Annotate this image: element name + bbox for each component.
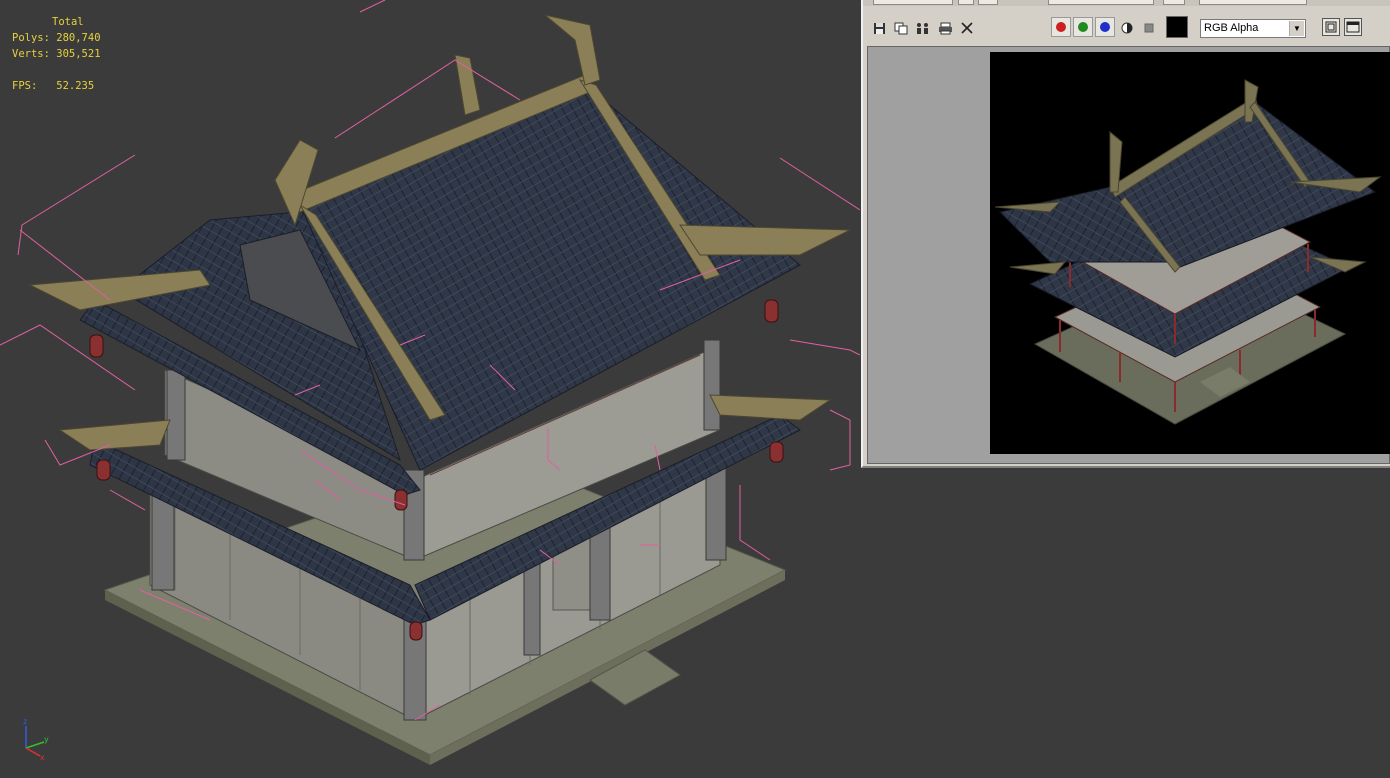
render-toolbar: RGB Alpha ▼ (863, 12, 1390, 44)
blue-channel-dot (1100, 22, 1110, 32)
red-channel-dot (1056, 22, 1066, 32)
green-channel-toggle[interactable] (1073, 17, 1093, 37)
top-field-1[interactable] (873, 0, 953, 5)
verts-label: Verts: (12, 48, 50, 60)
rendered-image (990, 52, 1390, 454)
viewport-statistics: Total Polys: 280,740 Verts: 305,521 FPS:… (12, 14, 101, 94)
toggle-display-button[interactable] (1344, 18, 1362, 36)
render-frame-area (867, 46, 1390, 464)
axis-z-label: z (23, 717, 27, 726)
channel-select-value: RGB Alpha (1204, 22, 1259, 34)
green-channel-dot (1078, 22, 1088, 32)
verts-row: Verts: 305,521 (12, 46, 101, 62)
fps-value: 52.235 (56, 80, 95, 92)
blue-channel-toggle[interactable] (1095, 17, 1115, 37)
top-field-3[interactable] (1199, 0, 1307, 5)
alpha-toggle-icon[interactable] (1119, 20, 1135, 36)
fps-row: FPS: 52.235 (12, 78, 101, 94)
polys-value: 280,740 (56, 32, 101, 44)
fps-label: FPS: (12, 80, 38, 92)
polys-label: Polys: (12, 32, 50, 44)
stats-total-label: Total (52, 16, 84, 28)
color-swatch[interactable] (1166, 16, 1188, 38)
monochrome-icon[interactable] (1141, 20, 1157, 36)
print-icon[interactable] (937, 20, 953, 36)
polys-row: Polys: 280,740 (12, 30, 101, 46)
toggle-ui-button[interactable] (1322, 18, 1340, 36)
axis-y-label: y (44, 735, 49, 744)
rendered-building-image (994, 79, 1382, 425)
axis-tripod-icon: z y x (23, 717, 49, 762)
axis-x-label: x (40, 753, 45, 762)
red-channel-toggle[interactable] (1051, 17, 1071, 37)
building-model-viewport-render (0, 0, 860, 765)
verts-value: 305,521 (56, 48, 101, 60)
save-icon[interactable] (871, 20, 887, 36)
top-button-2[interactable] (978, 0, 998, 5)
rendered-frame-window[interactable]: RGB Alpha ▼ (861, 0, 1390, 468)
clone-icon[interactable] (893, 20, 909, 36)
top-field-2[interactable] (1048, 0, 1154, 5)
top-button-3[interactable] (1163, 0, 1185, 5)
close-icon[interactable] (959, 20, 975, 36)
top-button-1[interactable] (958, 0, 974, 5)
channel-select[interactable]: RGB Alpha ▼ (1200, 19, 1306, 38)
people-icon[interactable] (915, 20, 931, 36)
chevron-down-icon[interactable]: ▼ (1289, 21, 1304, 36)
window-top-strip (863, 0, 1390, 6)
